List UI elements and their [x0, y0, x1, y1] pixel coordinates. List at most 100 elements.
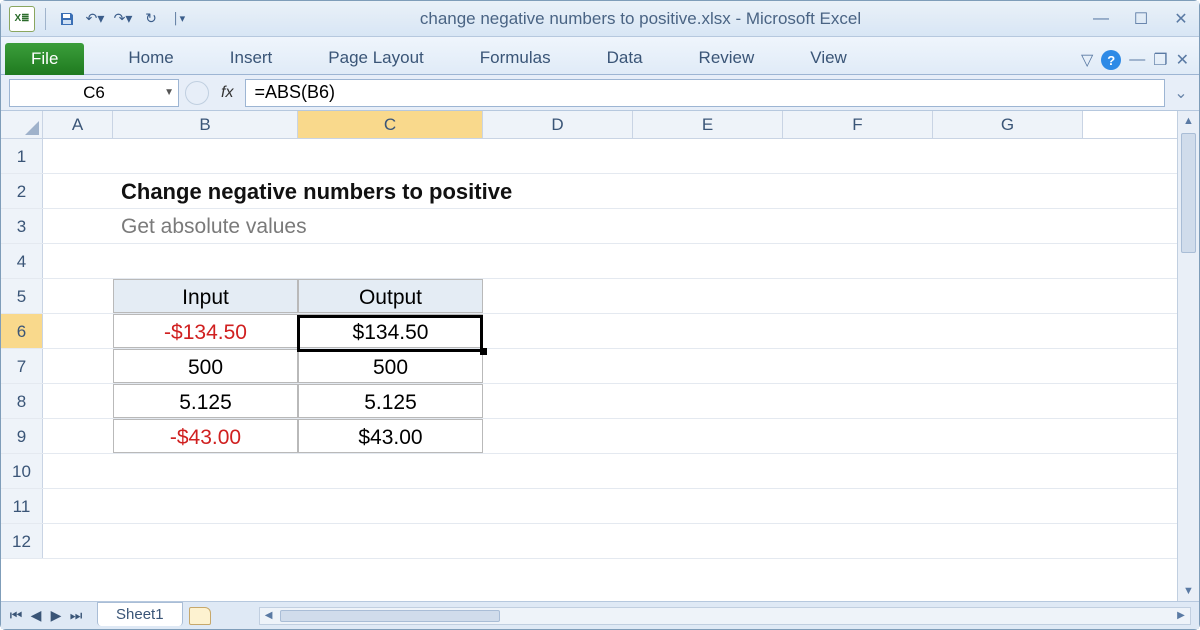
scroll-left-icon[interactable]: ◀ — [260, 608, 278, 624]
cell-B6[interactable]: -$134.50 — [113, 314, 298, 348]
cell-F3[interactable] — [783, 209, 933, 243]
row-header[interactable]: 2 — [1, 174, 43, 208]
cell-B2[interactable]: Change negative numbers to positive — [113, 174, 298, 208]
scroll-up-icon[interactable]: ▲ — [1178, 111, 1199, 131]
undo-icon[interactable]: ↶▾ — [84, 8, 106, 30]
cell-E4[interactable] — [633, 244, 783, 278]
cell-E2[interactable] — [633, 174, 783, 208]
cell-C9[interactable]: $43.00 — [298, 419, 483, 453]
cell-F1[interactable] — [783, 139, 933, 173]
cell-G10[interactable] — [933, 454, 1083, 488]
cell-C1[interactable] — [298, 139, 483, 173]
cell-D3[interactable] — [483, 209, 633, 243]
cell-G4[interactable] — [933, 244, 1083, 278]
col-header[interactable]: B — [113, 111, 298, 138]
cell-C8[interactable]: 5.125 — [298, 384, 483, 418]
fx-icon[interactable]: fx — [215, 84, 239, 102]
cell-C3[interactable] — [298, 209, 483, 243]
cell-D1[interactable] — [483, 139, 633, 173]
cell-G9[interactable] — [933, 419, 1083, 453]
cell-F12[interactable] — [783, 524, 933, 558]
cell-A12[interactable] — [43, 524, 113, 558]
row-header[interactable]: 4 — [1, 244, 43, 278]
cell-G8[interactable] — [933, 384, 1083, 418]
cell-A11[interactable] — [43, 489, 113, 523]
qat-customize-icon[interactable]: │▾ — [168, 8, 190, 30]
col-header[interactable]: E — [633, 111, 783, 138]
save-icon[interactable] — [56, 8, 78, 30]
cell-F5[interactable] — [783, 279, 933, 313]
name-box[interactable]: C6 ▼ — [9, 79, 179, 107]
cell-F8[interactable] — [783, 384, 933, 418]
cell-F10[interactable] — [783, 454, 933, 488]
tab-review[interactable]: Review — [685, 42, 769, 74]
cell-C12[interactable] — [298, 524, 483, 558]
cell-D9[interactable] — [483, 419, 633, 453]
vertical-scrollbar[interactable]: ▲ ▼ — [1177, 111, 1199, 601]
fill-handle[interactable] — [480, 348, 487, 355]
row-header[interactable]: 11 — [1, 489, 43, 523]
redo-icon[interactable]: ↷▾ — [112, 8, 134, 30]
cell-A8[interactable] — [43, 384, 113, 418]
new-sheet-icon[interactable] — [189, 607, 211, 625]
cell-F9[interactable] — [783, 419, 933, 453]
expand-formula-bar-icon[interactable]: ⌄ — [1171, 83, 1191, 103]
cell-D8[interactable] — [483, 384, 633, 418]
cell-F6[interactable] — [783, 314, 933, 348]
cell-A7[interactable] — [43, 349, 113, 383]
cell-C11[interactable] — [298, 489, 483, 523]
cell-C6[interactable]: $134.50 — [298, 314, 483, 348]
cell-E5[interactable] — [633, 279, 783, 313]
cell-D2[interactable] — [483, 174, 633, 208]
cell-B11[interactable] — [113, 489, 298, 523]
row-header[interactable]: 3 — [1, 209, 43, 243]
row-header[interactable]: 10 — [1, 454, 43, 488]
cell-A10[interactable] — [43, 454, 113, 488]
cell-B5[interactable]: Input — [113, 279, 298, 313]
cell-E1[interactable] — [633, 139, 783, 173]
cell-E10[interactable] — [633, 454, 783, 488]
col-header[interactable]: A — [43, 111, 113, 138]
cell-G6[interactable] — [933, 314, 1083, 348]
cell-E9[interactable] — [633, 419, 783, 453]
cell-G1[interactable] — [933, 139, 1083, 173]
cell-C4[interactable] — [298, 244, 483, 278]
cell-A9[interactable] — [43, 419, 113, 453]
cell-B10[interactable] — [113, 454, 298, 488]
cell-G2[interactable] — [933, 174, 1083, 208]
tab-home[interactable]: Home — [114, 42, 187, 74]
scroll-right-icon[interactable]: ▶ — [1172, 608, 1190, 624]
horizontal-scrollbar[interactable]: ◀ ▶ — [259, 607, 1191, 625]
cell-D11[interactable] — [483, 489, 633, 523]
scroll-down-icon[interactable]: ▼ — [1178, 581, 1199, 601]
tab-view[interactable]: View — [796, 42, 861, 74]
cell-F7[interactable] — [783, 349, 933, 383]
cell-D5[interactable] — [483, 279, 633, 313]
row-header[interactable]: 9 — [1, 419, 43, 453]
cell-B1[interactable] — [113, 139, 298, 173]
cell-G5[interactable] — [933, 279, 1083, 313]
sheet-nav-prev-icon[interactable]: ◀ — [27, 607, 45, 624]
sheet-tab-active[interactable]: Sheet1 — [97, 602, 183, 626]
namebox-dropdown-icon[interactable]: ▼ — [164, 87, 174, 98]
col-header[interactable]: G — [933, 111, 1083, 138]
cell-C5[interactable]: Output — [298, 279, 483, 313]
cell-E3[interactable] — [633, 209, 783, 243]
file-tab[interactable]: File — [5, 43, 84, 75]
cell-B3[interactable]: Get absolute values — [113, 209, 298, 243]
tab-insert[interactable]: Insert — [216, 42, 287, 74]
cell-F4[interactable] — [783, 244, 933, 278]
ribbon-min-icon[interactable]: ▽ — [1081, 50, 1093, 70]
excel-app-icon[interactable]: X≣ — [9, 6, 35, 32]
worksheet-grid[interactable]: A B C D E F G 12Change negative numbers … — [1, 111, 1177, 601]
formula-input[interactable]: =ABS(B6) — [245, 79, 1165, 107]
col-header[interactable]: F — [783, 111, 933, 138]
sheet-nav-next-icon[interactable]: ▶ — [47, 607, 65, 624]
cell-A3[interactable] — [43, 209, 113, 243]
row-header[interactable]: 8 — [1, 384, 43, 418]
cell-A1[interactable] — [43, 139, 113, 173]
row-header[interactable]: 1 — [1, 139, 43, 173]
cell-F2[interactable] — [783, 174, 933, 208]
cell-D10[interactable] — [483, 454, 633, 488]
cell-E7[interactable] — [633, 349, 783, 383]
